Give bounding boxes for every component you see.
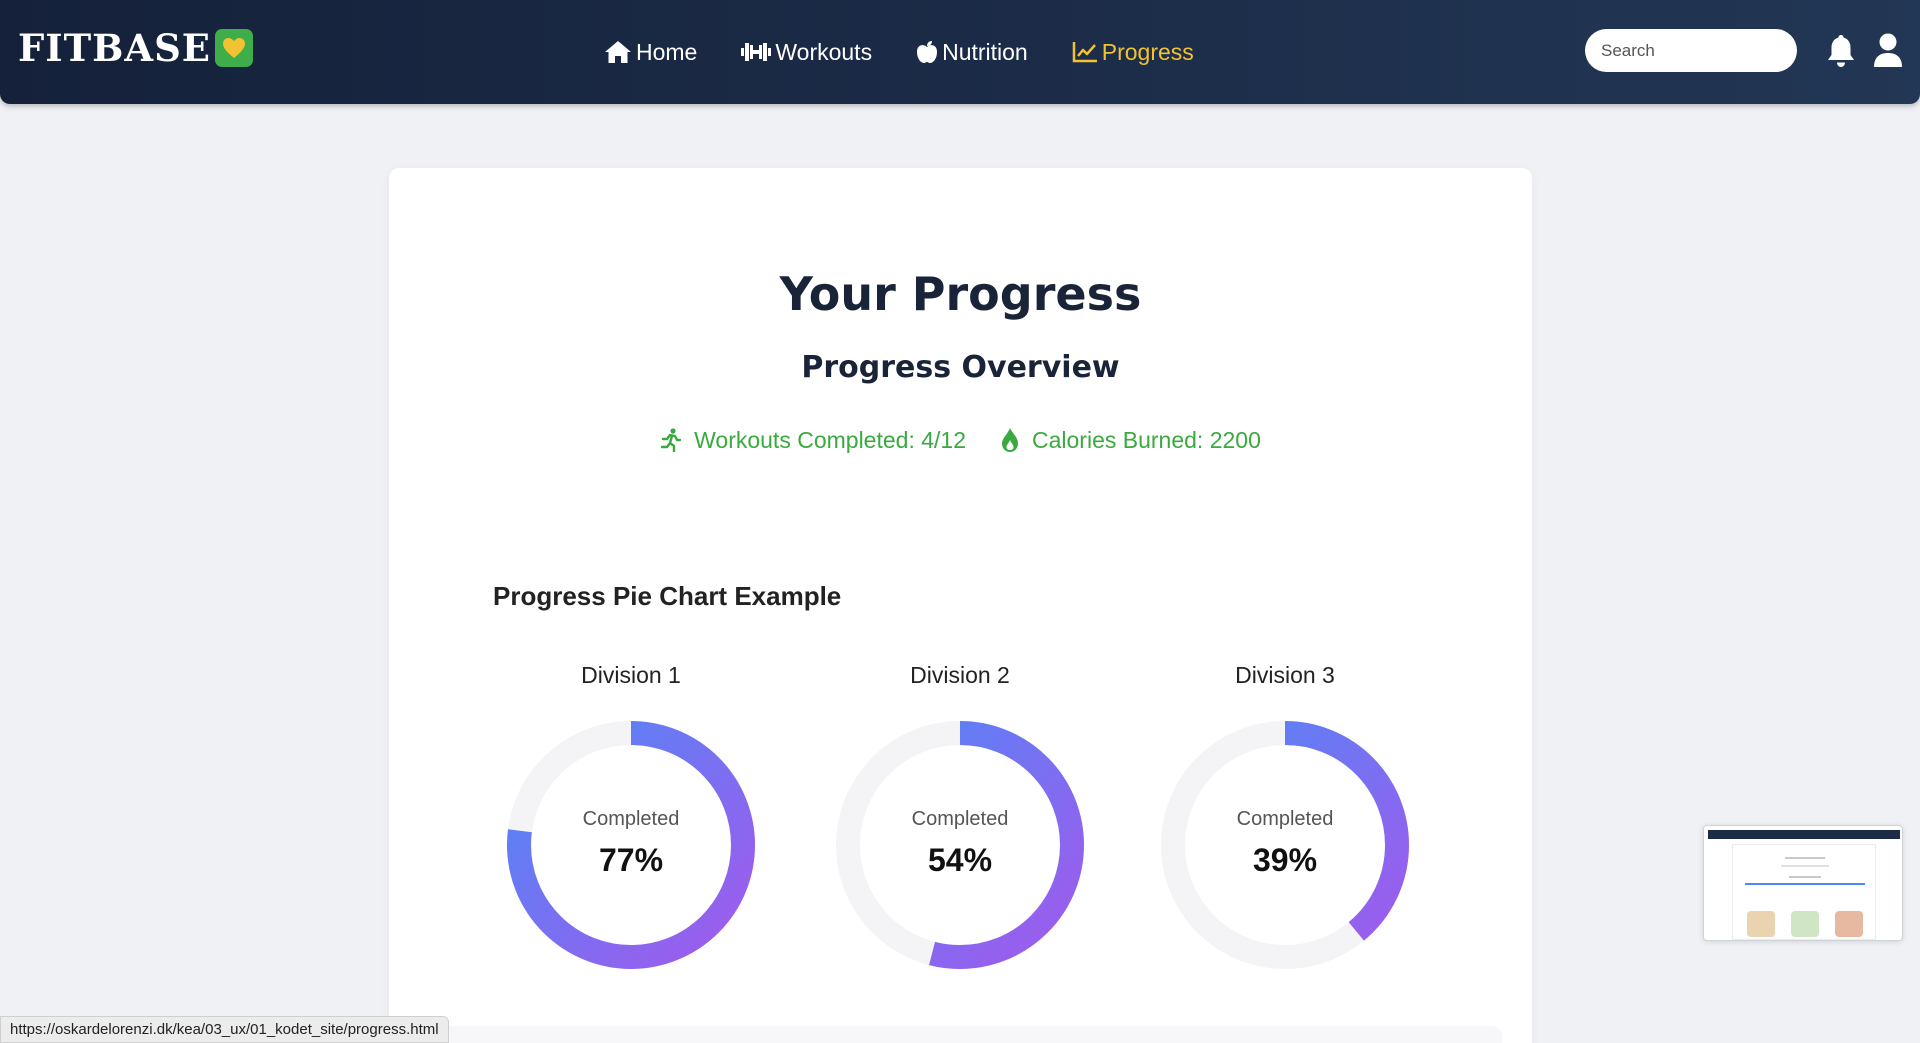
nav-nutrition[interactable]: Nutrition bbox=[916, 34, 1028, 70]
navbar: FITBASE Home Workouts Nutrition Progress… bbox=[0, 0, 1920, 104]
division-label: Division 2 bbox=[910, 662, 1010, 688]
donut-caption: Completed bbox=[582, 808, 680, 830]
search-input[interactable] bbox=[1585, 29, 1797, 72]
apple-icon bbox=[917, 41, 938, 63]
heart-icon bbox=[215, 29, 254, 67]
bell-icon[interactable] bbox=[1826, 34, 1856, 68]
home-icon bbox=[605, 41, 631, 63]
workouts-completed-text: Workouts Completed: 4/12 bbox=[694, 426, 966, 453]
division-3: Division 3 Completed 39% bbox=[1160, 662, 1410, 982]
logo[interactable]: FITBASE bbox=[18, 26, 254, 70]
dumbbell-icon bbox=[741, 43, 772, 61]
nav-workouts[interactable]: Workouts bbox=[741, 34, 872, 70]
division-label: Division 3 bbox=[1235, 662, 1335, 688]
thumbnail-card bbox=[1732, 844, 1876, 940]
nav-home-label: Home bbox=[636, 38, 698, 65]
stat-workouts: Workouts Completed: 4/12 bbox=[660, 427, 966, 454]
division-2: Division 2 Completed 54% bbox=[835, 662, 1085, 982]
page-title: Your Progress bbox=[779, 267, 1142, 321]
user-icon[interactable] bbox=[1873, 33, 1903, 68]
nav-progress-label: Progress bbox=[1101, 38, 1194, 65]
donut-caption: Completed bbox=[911, 808, 1009, 830]
division-1: Division 1 Completed 77% bbox=[506, 662, 756, 982]
division-label: Division 1 bbox=[581, 662, 681, 688]
calories-burned-text: Calories Burned: 2200 bbox=[1032, 426, 1261, 453]
nav-progress[interactable]: Progress bbox=[1072, 34, 1194, 70]
donut-value: 54% bbox=[927, 842, 993, 878]
main-nav: Home Workouts Nutrition Progress bbox=[604, 34, 1194, 70]
flame-icon bbox=[1002, 428, 1018, 452]
nav-nutrition-label: Nutrition bbox=[942, 38, 1028, 65]
progress-stats: Workouts Completed: 4/12 Calories Burned… bbox=[389, 424, 1532, 456]
next-section-strip bbox=[419, 1026, 1502, 1043]
thumbnail-navbar bbox=[1708, 830, 1900, 839]
logo-text: FITBASE bbox=[18, 26, 212, 70]
overview-title: Progress Overview bbox=[801, 350, 1120, 385]
progress-card: Your Progress Progress Overview Workouts… bbox=[389, 168, 1532, 1043]
donut-value: 77% bbox=[598, 842, 664, 878]
tab-preview-thumbnail[interactable] bbox=[1703, 825, 1903, 941]
nav-workouts-label: Workouts bbox=[775, 38, 873, 65]
chart-heading: Progress Pie Chart Example bbox=[493, 581, 842, 611]
stat-calories: Calories Burned: 2200 bbox=[1000, 427, 1261, 454]
donut-value: 39% bbox=[1252, 842, 1318, 878]
chart-line-icon bbox=[1072, 42, 1097, 63]
running-icon bbox=[660, 428, 682, 452]
donut-caption: Completed bbox=[1236, 808, 1334, 830]
nav-home[interactable]: Home bbox=[604, 34, 697, 70]
status-bar-url: https://oskardelorenzi.dk/kea/03_ux/01_k… bbox=[0, 1016, 449, 1043]
